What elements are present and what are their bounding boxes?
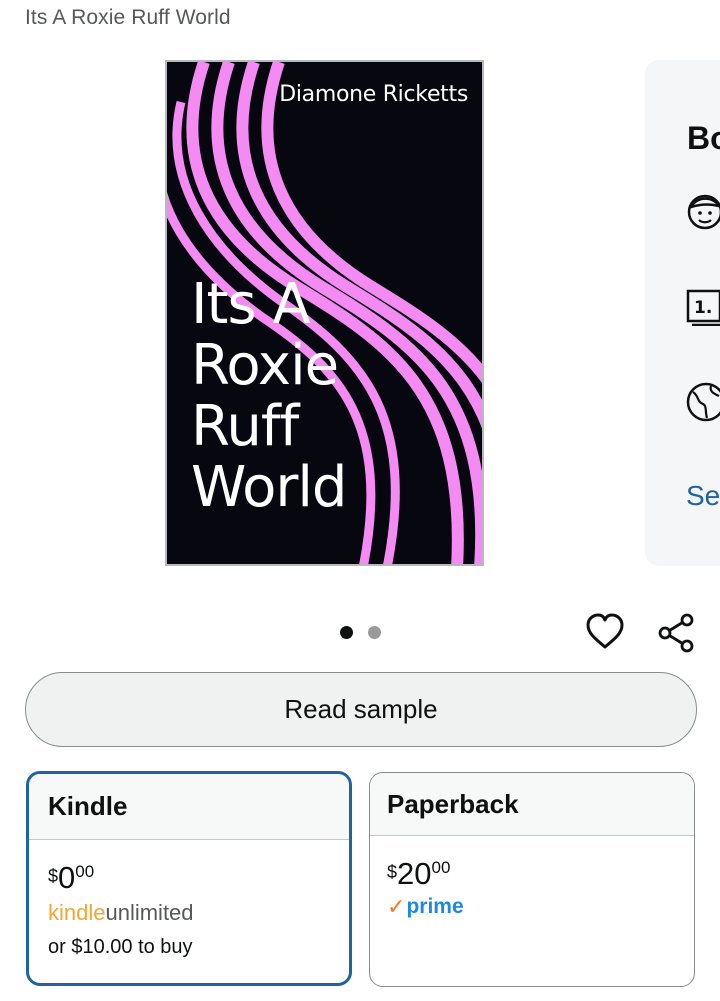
- kindle-buy-price: or $10.00 to buy: [48, 936, 193, 958]
- price-currency-symbol: $: [387, 862, 398, 882]
- see-all-details-link[interactable]: Se: [686, 480, 720, 512]
- format-option-paperback[interactable]: Paperback $ 20 00 ✓ prime: [369, 772, 695, 987]
- author-face-icon: [685, 192, 720, 235]
- kindle-price: $ 0 00: [48, 860, 349, 896]
- prime-label: prime: [406, 895, 464, 918]
- series-number-icon: 1.: [685, 288, 720, 331]
- read-sample-button[interactable]: Read sample: [25, 672, 697, 747]
- carousel-dot-active[interactable]: [340, 626, 353, 639]
- prime-badge: ✓ prime: [387, 894, 694, 920]
- format-kindle-header: Kindle: [29, 774, 349, 840]
- carousel-pagination: [340, 626, 381, 639]
- cover-title-line: Its A: [191, 272, 311, 337]
- kindle-unlimited-logo: kindleunlimited: [48, 900, 349, 926]
- price-whole: 0: [58, 860, 76, 895]
- price-whole: 20: [397, 856, 432, 891]
- ku-kindle-text: kindle: [48, 900, 106, 925]
- price-currency-symbol: $: [48, 866, 59, 886]
- details-heading: Bo: [687, 120, 720, 156]
- cover-title: Its A Roxie Ruff World: [191, 274, 421, 518]
- product-subtitle: Its A Roxie Ruff World: [25, 6, 231, 29]
- cover-title-line: Roxie: [191, 333, 339, 398]
- format-option-kindle[interactable]: Kindle $ 0 00 kindleunlimited or $10.00 …: [26, 771, 352, 986]
- cover-title-line: Ruff: [191, 394, 299, 459]
- ku-unlimited-text: unlimited: [105, 900, 194, 925]
- format-kindle-label: Kindle: [48, 791, 128, 821]
- format-paperback-header: Paperback: [370, 773, 694, 836]
- format-paperback-label: Paperback: [387, 788, 519, 819]
- book-details-card[interactable]: Bo 1. Se: [645, 60, 720, 566]
- heart-icon[interactable]: [585, 612, 625, 657]
- price-fraction: 00: [75, 862, 95, 881]
- book-cover-image[interactable]: Diamone Ricketts Its A Roxie Ruff World: [165, 60, 484, 566]
- share-icon[interactable]: [657, 612, 697, 659]
- read-sample-label: Read sample: [284, 694, 438, 724]
- cover-title-line: World: [191, 455, 347, 520]
- price-fraction: 00: [431, 858, 451, 877]
- globe-icon: [685, 382, 720, 427]
- carousel-dot[interactable]: [368, 626, 381, 639]
- svg-text:1.: 1.: [694, 298, 712, 318]
- cover-author-name: Diamone Ricketts: [279, 82, 468, 107]
- paperback-price: $ 20 00: [387, 856, 694, 892]
- prime-check-icon: ✓: [387, 894, 406, 919]
